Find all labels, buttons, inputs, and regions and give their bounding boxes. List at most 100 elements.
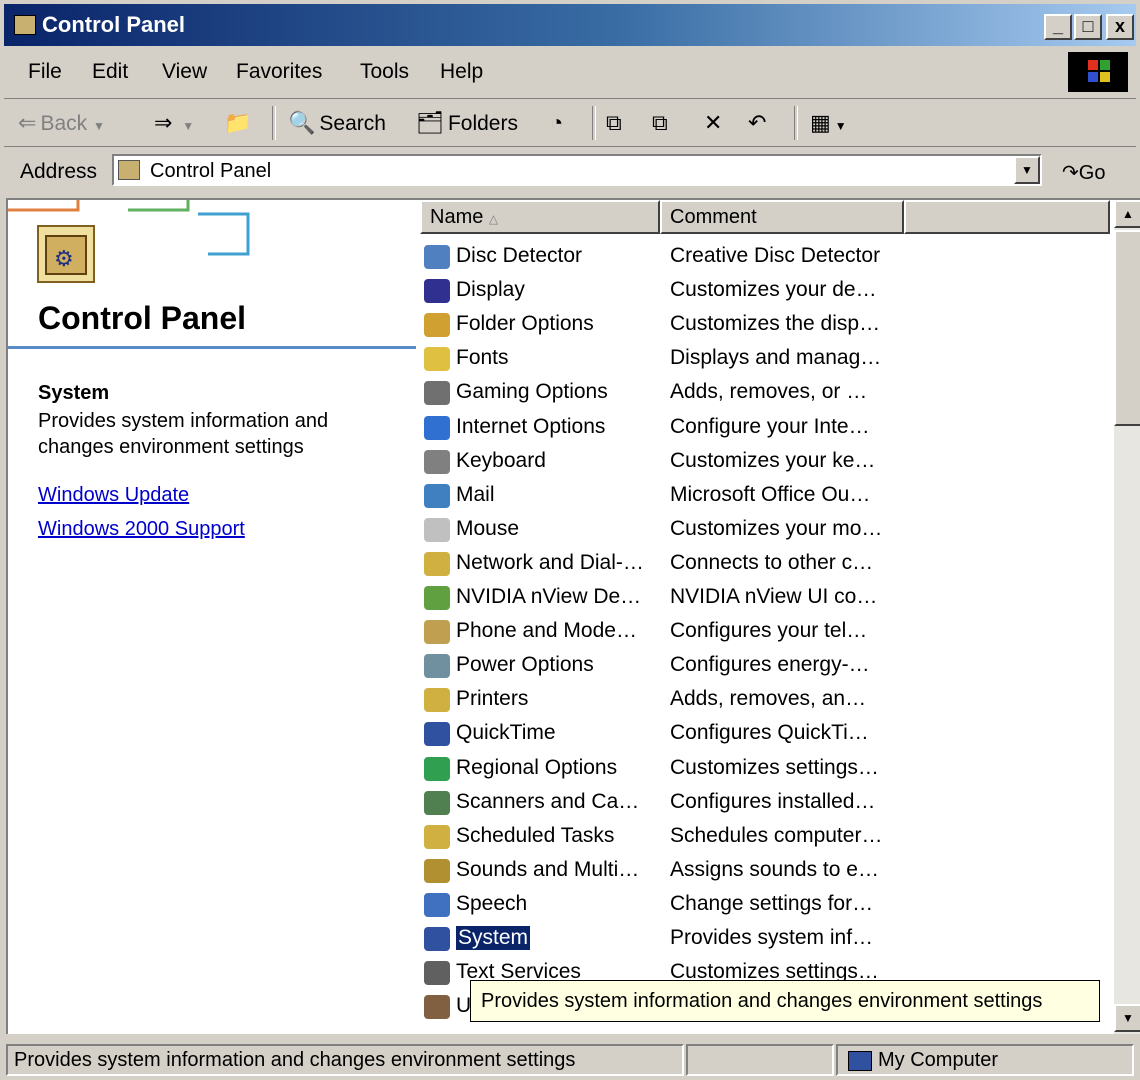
menu-view[interactable]: View (162, 60, 207, 84)
views-button[interactable]: ▦ ▼ (810, 110, 847, 136)
go-label: Go (1078, 162, 1106, 184)
item-comment: Microsoft Office Ou… (670, 482, 871, 506)
search-icon: 🔍 (288, 110, 316, 135)
list-item[interactable]: Display Customizes your de… (420, 274, 1110, 308)
toolbar-separator (272, 106, 276, 140)
title-bar[interactable]: Control Panel _ □ x (4, 4, 1136, 46)
column-name-label: Name (430, 206, 484, 228)
column-header-name[interactable]: Name △ (420, 200, 660, 234)
item-name: Mail (456, 482, 495, 506)
control-panel-banner-icon: ⚙ (8, 200, 250, 283)
move-to-button[interactable]: ⧉ (606, 110, 626, 136)
item-icon (424, 347, 450, 372)
status-text: Provides system information and changes … (6, 1044, 684, 1076)
menu-tools[interactable]: Tools (360, 60, 409, 84)
forward-button[interactable]: ⇒ ▼ (154, 110, 194, 136)
column-comment-label: Comment (670, 206, 757, 228)
go-button[interactable]: ↷Go (1062, 160, 1105, 185)
list-item[interactable]: System Provides system inf… (420, 922, 1110, 956)
list-item[interactable]: Network and Dial-… Connects to other c… (420, 547, 1110, 581)
list-item[interactable]: Mail Microsoft Office Ou… (420, 479, 1110, 513)
toolbar-separator (794, 106, 798, 140)
item-icon (424, 858, 450, 883)
item-name: Regional Options (456, 755, 618, 779)
list-item[interactable]: Speech Change settings for… (420, 888, 1110, 922)
item-icon (424, 892, 450, 917)
list-item[interactable]: Disc Detector Creative Disc Detector (420, 240, 1110, 274)
up-folder-icon: 📁 (224, 110, 252, 135)
status-bar: Provides system information and changes … (4, 1040, 1136, 1078)
item-name: Phone and Mode… (456, 619, 637, 643)
list-item[interactable]: Keyboard Customizes your ke… (420, 445, 1110, 479)
list-item[interactable]: QuickTime Configures QuickTi… (420, 717, 1110, 751)
undo-button[interactable]: ↶ (748, 110, 770, 136)
back-arrow-icon: ⇐ (18, 110, 37, 135)
item-icon (424, 415, 450, 440)
address-value: Control Panel (150, 160, 272, 182)
item-name: Printers (456, 687, 529, 711)
address-label: Address (20, 160, 98, 183)
windows-update-link[interactable]: Windows Update (38, 484, 189, 507)
copy-to-button[interactable]: ⧉ (652, 110, 672, 136)
menu-file[interactable]: File (28, 60, 62, 84)
address-input[interactable]: Control Panel (112, 154, 1042, 186)
toolbar-separator (592, 106, 596, 140)
scroll-down-button[interactable]: ▼ (1114, 1004, 1140, 1032)
item-name: Gaming Options (456, 380, 608, 404)
history-button[interactable]: ◔ (550, 110, 567, 136)
back-button[interactable]: ⇐ Back ▼ (18, 110, 105, 136)
windows-2000-support-link[interactable]: Windows 2000 Support (38, 518, 245, 541)
windows-logo-icon (1068, 52, 1128, 92)
list-item[interactable]: Power Options Configures energy-… (420, 649, 1110, 683)
list-item[interactable]: NVIDIA nView De… NVIDIA nView UI co… (420, 581, 1110, 615)
item-icon (424, 927, 450, 951)
list-item[interactable]: Phone and Mode… Configures your tel… (420, 615, 1110, 649)
up-folder-button[interactable]: 📁 (224, 110, 255, 136)
search-button[interactable]: 🔍 Search (288, 110, 386, 136)
control-panel-icon (14, 15, 36, 35)
list-header: Name △ Comment (420, 200, 1110, 234)
folders-icon: 🗂 (416, 110, 444, 135)
scroll-up-button[interactable]: ▲ (1114, 200, 1140, 228)
item-comment: Configure your Inte… (670, 414, 870, 438)
undo-icon: ↶ (748, 110, 767, 135)
list-item[interactable]: Scheduled Tasks Schedules computer… (420, 820, 1110, 854)
list-item[interactable]: Gaming Options Adds, removes, or … (420, 376, 1110, 410)
vertical-scrollbar[interactable]: ▲ ▼ (1114, 200, 1140, 1034)
maximize-button[interactable]: □ (1074, 14, 1102, 40)
list-item[interactable]: Folder Options Customizes the disp… (420, 308, 1110, 342)
status-zone-label: My Computer (878, 1049, 999, 1071)
list-item[interactable]: Printers Adds, removes, an… (420, 683, 1110, 717)
menu-bar: File Edit View Favorites Tools Help (4, 48, 1136, 99)
views-icon: ▦ (810, 110, 831, 135)
list-item[interactable]: Fonts Displays and manag… (420, 342, 1110, 376)
arrow-down-icon: ▼ (1122, 1011, 1134, 1025)
menu-edit[interactable]: Edit (92, 60, 128, 84)
item-name: Display (456, 278, 525, 302)
menu-favorites[interactable]: Favorites (236, 60, 322, 84)
close-button[interactable]: x (1106, 14, 1134, 40)
column-header-empty (904, 200, 1110, 234)
item-icon (424, 961, 450, 986)
list-item[interactable]: Sounds and Multi… Assigns sounds to e… (420, 854, 1110, 888)
item-name: Scheduled Tasks (456, 823, 615, 847)
column-header-comment[interactable]: Comment (660, 200, 904, 234)
chevron-down-icon: ▼ (834, 119, 847, 133)
list-item[interactable]: Scanners and Ca… Configures installed… (420, 786, 1110, 820)
item-icon (424, 381, 450, 406)
menu-help[interactable]: Help (440, 60, 483, 84)
item-icon (424, 586, 450, 610)
minimize-button[interactable]: _ (1044, 14, 1072, 40)
folders-button[interactable]: 🗂 Folders (416, 110, 518, 136)
address-dropdown-button[interactable]: ▼ (1014, 156, 1040, 184)
list-item[interactable]: Regional Options Customizes settings… (420, 752, 1110, 786)
item-icon (424, 279, 450, 304)
item-comment: Configures your tel… (670, 619, 868, 643)
list-item[interactable]: Mouse Customizes your mo… (420, 513, 1110, 547)
delete-button[interactable]: ✕ (704, 110, 726, 136)
item-name: Internet Options (456, 414, 606, 438)
list-item[interactable]: Internet Options Configure your Inte… (420, 411, 1110, 445)
main-pane: ⚙ Control Panel System Provides system i… (6, 198, 1140, 1034)
item-name: Keyboard (456, 448, 546, 472)
scroll-thumb[interactable] (1114, 230, 1140, 426)
